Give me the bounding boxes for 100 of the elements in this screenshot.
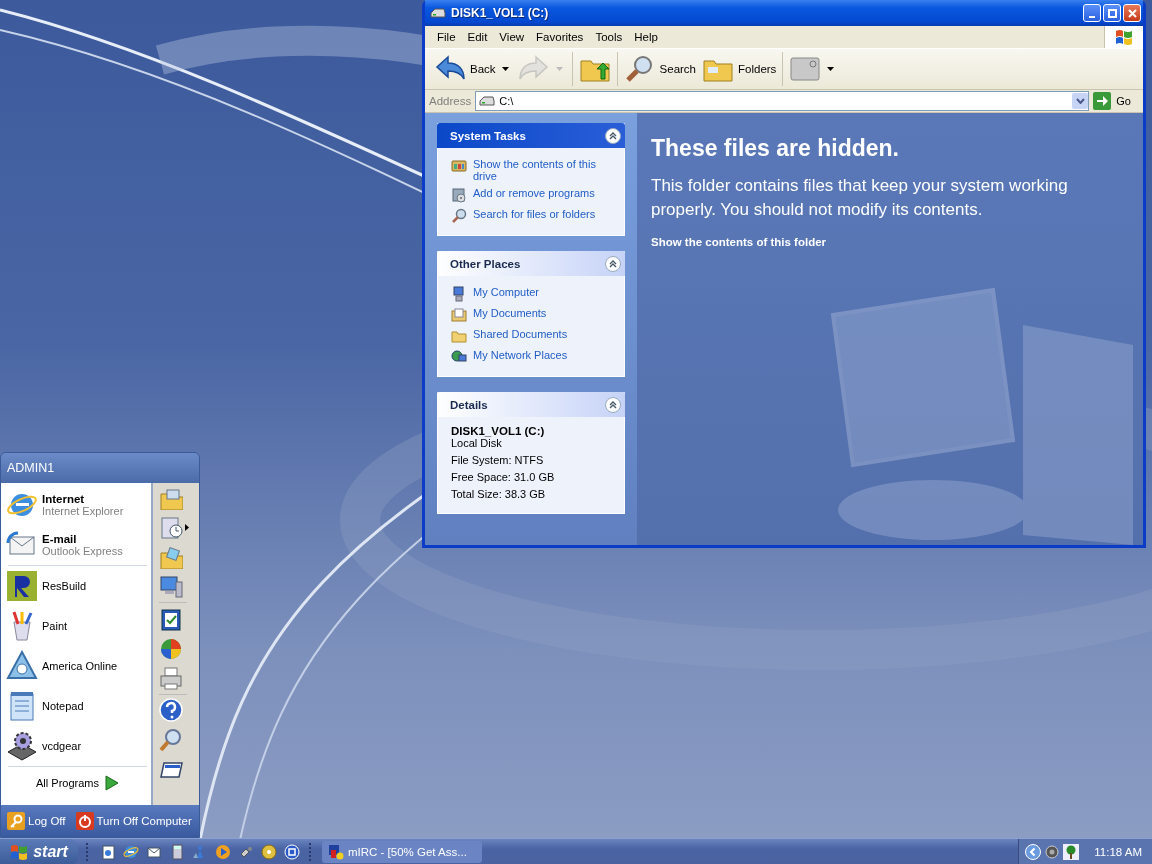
close-icon: [1127, 8, 1137, 18]
search-icon: [451, 208, 467, 224]
panel-header[interactable]: System Tasks: [437, 123, 625, 148]
window-title: DISK1_VOL1 (C:): [451, 6, 550, 20]
picture-folder-icon[interactable]: [159, 544, 183, 569]
task-link[interactable]: Shared Documents: [473, 328, 568, 340]
cd-box-icon: [451, 187, 467, 203]
program-item[interactable]: ResBuild: [42, 580, 87, 592]
address-field[interactable]: C:\: [475, 91, 1090, 111]
detail-line: Free Space: 31.0 GB: [451, 471, 556, 483]
task-link[interactable]: Search for files or folders: [473, 208, 596, 220]
user-name: ADMIN1: [1, 453, 199, 483]
menu-item[interactable]: File: [431, 31, 462, 43]
browser-icon[interactable]: [123, 843, 139, 860]
chat-app-icon: [328, 843, 344, 860]
checklist-icon[interactable]: [159, 606, 183, 631]
menu-item[interactable]: Tools: [589, 31, 629, 43]
globe-computer-icon: [451, 349, 467, 365]
computer-icon[interactable]: [159, 574, 183, 599]
program-item[interactable]: vcdgear: [42, 740, 82, 752]
panel-header[interactable]: Details: [437, 392, 625, 417]
program-name: E-mail: [42, 533, 78, 545]
folders-button[interactable]: Folders: [699, 51, 780, 87]
speaker-icon[interactable]: [1044, 843, 1061, 860]
triangle-icon: [6, 650, 38, 682]
submenu-arrow-icon[interactable]: [185, 523, 189, 531]
folder-icon: [451, 328, 467, 344]
menu-item[interactable]: View: [493, 31, 531, 43]
panel-title: Other Places: [450, 257, 521, 270]
computer-icon: [451, 286, 467, 302]
back-button[interactable]: Back: [431, 51, 499, 87]
minimize-button[interactable]: [1083, 4, 1101, 22]
power-icon: [75, 812, 94, 830]
address-value: C:\: [499, 95, 515, 107]
documents-folder-icon: [451, 307, 467, 323]
maximize-icon: [1107, 8, 1117, 18]
all-programs-button[interactable]: All Programs: [6, 769, 149, 797]
panel-title: Details: [450, 398, 488, 411]
clock-document-icon[interactable]: [159, 515, 183, 540]
printer-icon[interactable]: [159, 665, 183, 690]
menu-item[interactable]: Edit: [461, 31, 494, 43]
letter-r-icon: [6, 570, 38, 602]
task-link[interactable]: Show the contents of this drive: [473, 158, 616, 182]
hidden-files-heading: These files are hidden.: [651, 135, 900, 162]
menu-item[interactable]: Favorites: [530, 31, 590, 43]
collapse-icon[interactable]: [605, 127, 621, 144]
go-button[interactable]: Go: [1093, 92, 1139, 110]
windows-flag-icon: [1114, 28, 1134, 46]
calculator-icon[interactable]: [169, 843, 185, 860]
turn-off-button[interactable]: Turn Off Computer: [75, 812, 192, 830]
caret-icon: [1075, 98, 1085, 104]
program-item[interactable]: America Online: [42, 660, 118, 672]
circle-icon[interactable]: [284, 843, 300, 860]
address-label: Address: [429, 95, 472, 107]
program-item[interactable]: Paint: [42, 620, 68, 632]
clock: 11:18 AM: [1094, 845, 1142, 858]
taskbar-button[interactable]: mIRC - [50% Get Ass...: [322, 840, 482, 863]
search-icon[interactable]: [159, 727, 183, 752]
task-link[interactable]: Add or remove programs: [473, 187, 595, 199]
arrow-right-icon: [1093, 92, 1112, 110]
program-subtitle: Outlook Express: [42, 545, 123, 557]
media-player-icon[interactable]: [215, 843, 231, 860]
tree-icon[interactable]: [1063, 843, 1080, 860]
close-button[interactable]: [1123, 4, 1141, 22]
search-button[interactable]: Search: [620, 51, 699, 87]
drive-icon: [430, 7, 446, 19]
warning-text: This folder contains files that keep your system working properly. You should not modify its contents.: [651, 175, 1069, 221]
program-name: Internet: [42, 493, 86, 505]
minimize-icon: [1089, 15, 1095, 18]
windows-flag-icon: [10, 843, 29, 860]
colorful-globe-icon[interactable]: [159, 636, 183, 661]
drive-name: DISK1_VOL1 (C:): [451, 425, 546, 437]
drive-type: Local Disk: [451, 437, 503, 449]
dropdown-arrow-icon[interactable]: [501, 67, 509, 71]
gear-icon: [6, 730, 38, 762]
maximize-button[interactable]: [1103, 4, 1121, 22]
start-button[interactable]: start: [0, 838, 78, 864]
collapse-icon[interactable]: [605, 255, 621, 272]
panel-title: System Tasks: [450, 129, 526, 142]
show-contents-link[interactable]: Show the contents of this folder: [651, 236, 827, 248]
panel-header[interactable]: Other Places: [437, 251, 625, 276]
task-link[interactable]: My Network Places: [473, 349, 568, 361]
chevron-left-icon[interactable]: [1025, 843, 1042, 860]
task-link[interactable]: My Documents: [473, 307, 547, 319]
collapse-icon[interactable]: [605, 396, 621, 413]
menu-item[interactable]: Help: [628, 31, 664, 43]
log-off-button[interactable]: Log Off: [7, 812, 66, 830]
task-link[interactable]: My Computer: [473, 286, 540, 298]
detail-line: File System: NTFS: [451, 454, 545, 466]
play-arrow-icon: [105, 775, 119, 791]
drive-icon: [479, 95, 496, 107]
dropdown-arrow-icon[interactable]: [827, 67, 835, 71]
pinned-program[interactable]: Internet Internet Explorer: [6, 485, 149, 525]
disc-icon[interactable]: [261, 843, 277, 860]
drive-icon: [451, 158, 467, 174]
pinned-program[interactable]: E-mail Outlook Express: [6, 525, 149, 565]
program-item[interactable]: Notepad: [42, 700, 84, 712]
help-icon[interactable]: [159, 698, 183, 723]
key-icon: [7, 812, 25, 830]
dropdown-button[interactable]: [1072, 93, 1089, 109]
